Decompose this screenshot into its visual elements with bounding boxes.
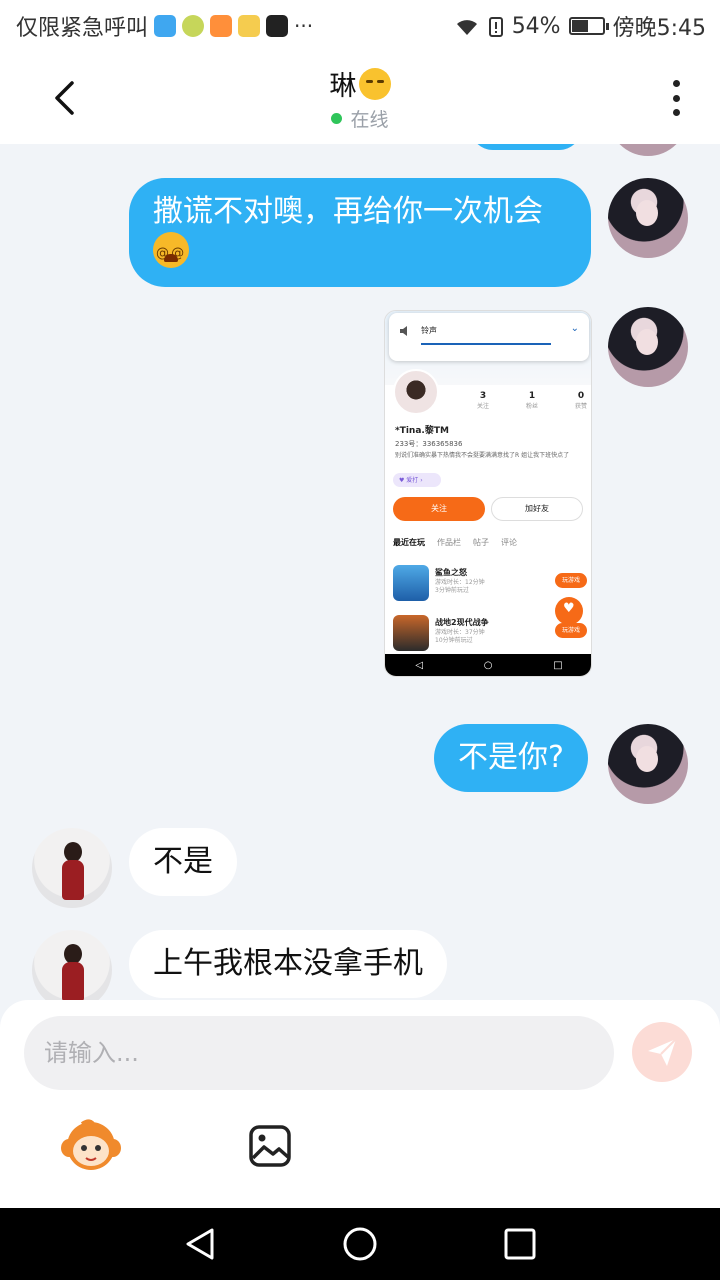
profile-avatar <box>393 369 439 415</box>
volume-label: 铃声 <box>421 326 437 335</box>
dizzy-face-icon <box>153 232 189 274</box>
contact-avatar[interactable] <box>32 930 112 1000</box>
message-list[interactable]: 撒谎不对噢，再给你一次机会 铃声 ⌄ 3关注 1粉丝 0获赞 *Tina.黎TM… <box>0 144 720 1000</box>
medal-app-icon <box>182 15 205 37</box>
message-text: 撒谎不对噢，再给你一次机会 <box>153 194 543 229</box>
my-avatar[interactable] <box>608 178 688 258</box>
volume-slider <box>421 343 551 345</box>
profile-id: 233号：336365836 <box>395 440 463 448</box>
screenshot-nav-bar: ◁ ○ □ <box>385 654 591 676</box>
more-options-button[interactable] <box>664 78 688 118</box>
add-friend-button: 加好友 <box>491 497 583 521</box>
message-bubble[interactable]: 撒谎不对噢，再给你一次机会 <box>129 178 591 287</box>
online-dot-icon <box>331 113 343 124</box>
speaker-icon <box>400 326 407 336</box>
qq-browser-icon <box>154 15 177 37</box>
message-text: 上午我根本没拿手机 <box>153 946 423 981</box>
message-bubble[interactable]: 不是 <box>129 828 237 896</box>
wifi-icon <box>456 20 477 35</box>
message-input[interactable] <box>24 1016 614 1090</box>
more-dot-icon <box>672 94 680 102</box>
tab-recent: 最近在玩 <box>393 538 425 547</box>
more-dot-icon <box>672 80 680 87</box>
battery-alert-icon <box>488 17 503 37</box>
tab-comments: 评论 <box>501 538 517 547</box>
message-composer <box>0 1000 720 1208</box>
online-status: 在线 <box>0 105 720 132</box>
message-text: 不是 <box>153 844 213 879</box>
message-bubble[interactable]: 不是你? <box>434 724 588 792</box>
stat-likes: 0 获赞 <box>574 391 587 410</box>
folder-app-icon <box>238 15 261 37</box>
contact-avatar[interactable] <box>32 828 112 908</box>
stat-following: 3 关注 <box>477 391 490 410</box>
image-gallery-icon <box>249 1125 291 1167</box>
send-button[interactable] <box>632 1022 692 1082</box>
carrier-text: 仅限紧急呼叫 <box>16 16 149 41</box>
triangle-back-icon <box>186 1228 214 1260</box>
message-text: 不是你? <box>458 740 564 775</box>
circle-home-icon <box>343 1227 377 1261</box>
shark-game-icon <box>393 565 429 601</box>
tiktok-icon <box>266 15 289 37</box>
square-recents-icon <box>504 1228 536 1260</box>
nav-back-button[interactable] <box>182 1226 218 1262</box>
war-game-icon <box>393 615 429 651</box>
paper-plane-icon <box>648 1038 677 1066</box>
chat-header: 琳 在线 <box>0 52 720 144</box>
status-bar: 仅限紧急呼叫 ··· 54% 傍晚5:45 <box>0 0 720 52</box>
battery-percent: 54% <box>511 13 561 39</box>
tab-works: 作品栏 <box>437 538 461 547</box>
system-nav-bar <box>0 1208 720 1280</box>
message-bubble-partial <box>470 144 582 150</box>
nav-home-button[interactable] <box>342 1226 378 1262</box>
contact-name: 琳 <box>329 71 357 102</box>
gallery-button[interactable] <box>248 1124 292 1168</box>
unamused-face-icon <box>358 67 391 100</box>
game-item: 鲨鱼之怒 游戏时长：12分钟 3分钟前玩过 玩游戏 <box>393 565 587 605</box>
tab-posts: 帖子 <box>473 538 489 547</box>
my-avatar[interactable] <box>608 724 688 804</box>
nav-recents-button[interactable] <box>502 1226 538 1262</box>
clock: 傍晚5:45 <box>612 16 706 41</box>
chevron-down-icon: ⌄ <box>570 323 579 334</box>
game-item: 战地2现代战争 游戏时长：37分钟 10分钟前玩过 玩游戏 <box>393 615 587 655</box>
video-app-icon <box>210 15 233 37</box>
profile-tabs: 最近在玩 作品栏 帖子 评论 <box>393 537 517 548</box>
profile-bio: 别说们准确实暴下热情我不会挺要满满意找了R 姐让我下班快点了 <box>395 452 570 459</box>
message-bubble[interactable]: 上午我根本没拿手机 <box>129 930 447 998</box>
follow-button: 关注 <box>393 497 485 521</box>
online-status-text: 在线 <box>350 109 389 131</box>
my-avatar[interactable] <box>608 144 688 156</box>
profile-name: *Tina.黎TM <box>395 426 449 436</box>
battery-icon <box>568 17 609 35</box>
my-avatar[interactable] <box>608 307 688 387</box>
image-message[interactable]: 铃声 ⌄ 3 关注 1 粉丝 0 获赞 *Tina.黎TM 233号：33636583… <box>384 310 592 677</box>
more-notifications-icon: ··· <box>294 14 314 38</box>
monkey-mascot-icon <box>61 1119 121 1170</box>
sticker-button[interactable] <box>60 1118 122 1174</box>
stat-followers: 1 粉丝 <box>525 391 538 410</box>
more-dot-icon <box>672 109 680 116</box>
profile-tag: ♥ 爱打 › <box>393 473 441 487</box>
volume-popup: 铃声 ⌄ <box>389 313 589 361</box>
